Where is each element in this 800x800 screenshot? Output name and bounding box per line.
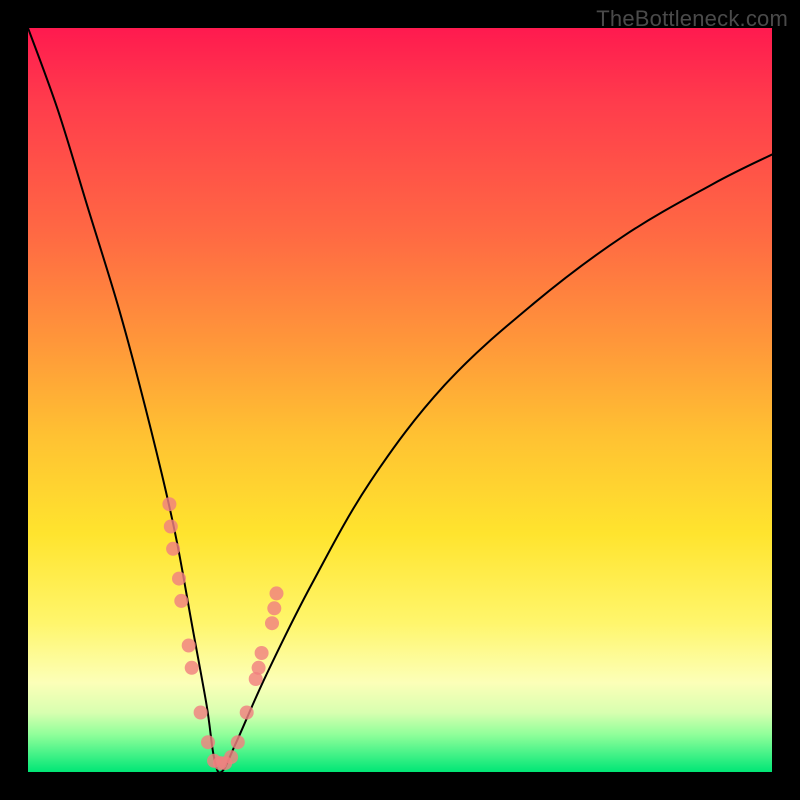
marker-dot xyxy=(162,497,176,511)
marker-dot xyxy=(270,586,284,600)
marker-dot xyxy=(265,616,279,630)
watermark-text: TheBottleneck.com xyxy=(596,6,788,32)
highlight-markers xyxy=(162,497,283,770)
chart-frame: TheBottleneck.com xyxy=(0,0,800,800)
marker-dot xyxy=(185,661,199,675)
marker-dot xyxy=(172,572,186,586)
marker-dot xyxy=(194,706,208,720)
marker-dot xyxy=(166,542,180,556)
marker-dot xyxy=(174,594,188,608)
marker-dot xyxy=(240,706,254,720)
marker-dot xyxy=(231,735,245,749)
marker-dot xyxy=(255,646,269,660)
marker-dot xyxy=(182,639,196,653)
marker-dot xyxy=(224,750,238,764)
marker-dot xyxy=(267,601,281,615)
bottleneck-chart xyxy=(28,28,772,772)
marker-dot xyxy=(201,735,215,749)
bottleneck-curve xyxy=(28,28,772,772)
marker-dot xyxy=(252,661,266,675)
marker-dot xyxy=(164,520,178,534)
plot-area xyxy=(28,28,772,772)
